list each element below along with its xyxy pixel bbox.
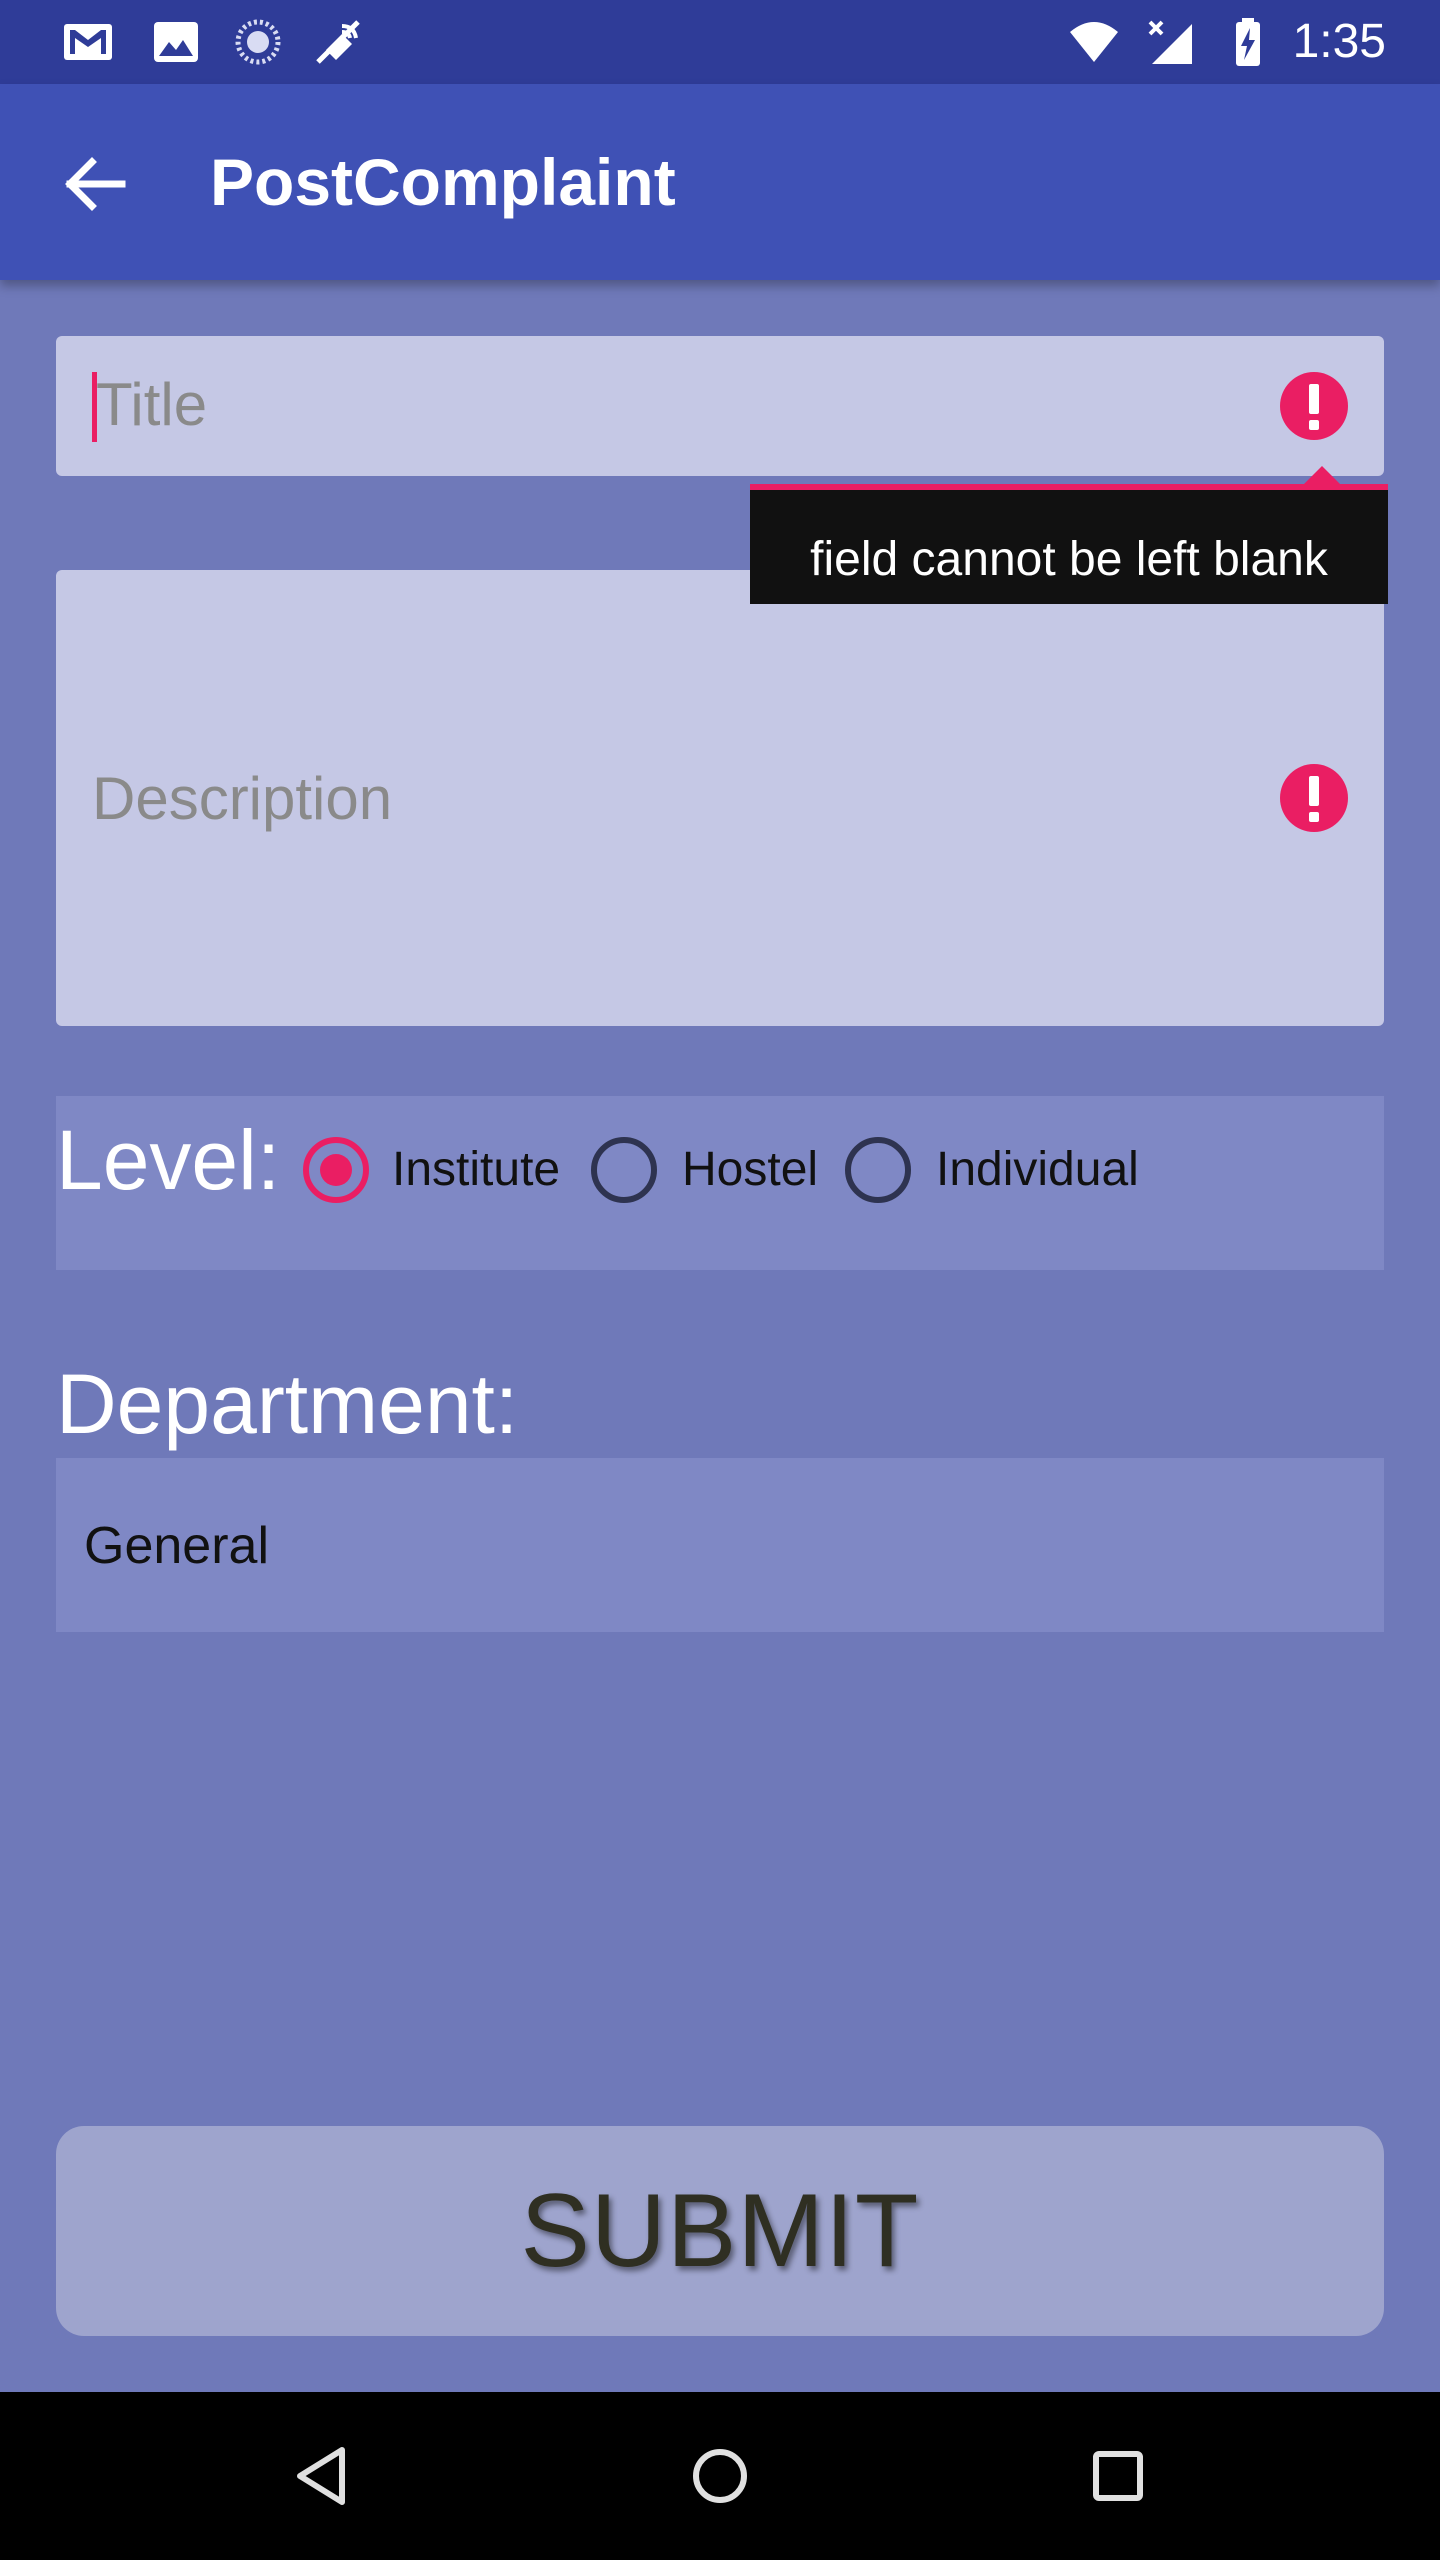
radio-unselected-icon[interactable] xyxy=(588,1134,660,1206)
status-bar: 1:35 xyxy=(0,0,1440,84)
level-label: Level: xyxy=(56,1113,281,1207)
description-placeholder: Description xyxy=(92,765,393,832)
submit-button[interactable]: SUBMIT xyxy=(56,2126,1384,2336)
radio-selected-icon[interactable] xyxy=(300,1134,372,1206)
image-icon xyxy=(154,22,198,62)
title-placeholder: Title xyxy=(96,371,208,438)
radio-option-individual[interactable]: Individual xyxy=(842,1132,1162,1208)
app-bar: PostComplaint xyxy=(0,84,1440,280)
error-message: field cannot be left blank xyxy=(810,533,1328,586)
arrow-back-icon[interactable] xyxy=(60,148,132,220)
department-selected-value: General xyxy=(84,1517,269,1575)
sync-spinner-icon xyxy=(235,19,281,65)
gmail-icon xyxy=(64,24,112,60)
battery-charging-icon xyxy=(1236,18,1260,66)
nav-home-icon[interactable] xyxy=(680,2436,760,2516)
radio-option-institute[interactable]: Institute xyxy=(300,1132,572,1208)
nav-recents-icon[interactable] xyxy=(1078,2436,1158,2516)
radio-label-individual: Individual xyxy=(936,1143,1139,1196)
satellite-off-icon xyxy=(316,20,360,64)
error-tooltip: field cannot be left blank xyxy=(750,484,1388,604)
submit-button-label: SUBMIT xyxy=(520,2173,920,2289)
error-exclamation-icon[interactable] xyxy=(1278,762,1350,834)
department-label: Department: xyxy=(56,1357,519,1451)
navigation-bar xyxy=(0,2392,1440,2560)
signal-no-data-icon xyxy=(1148,20,1192,64)
radio-label-hostel: Hostel xyxy=(682,1143,819,1196)
wifi-icon xyxy=(1070,22,1118,62)
radio-label-institute: Institute xyxy=(392,1143,561,1196)
error-exclamation-icon[interactable] xyxy=(1278,370,1350,442)
page-title: PostComplaint xyxy=(210,145,676,219)
nav-back-icon[interactable] xyxy=(282,2436,362,2516)
radio-option-hostel[interactable]: Hostel xyxy=(588,1132,832,1208)
status-time: 1:35 xyxy=(1292,15,1386,68)
radio-unselected-icon[interactable] xyxy=(842,1134,914,1206)
title-input[interactable] xyxy=(56,336,1384,476)
